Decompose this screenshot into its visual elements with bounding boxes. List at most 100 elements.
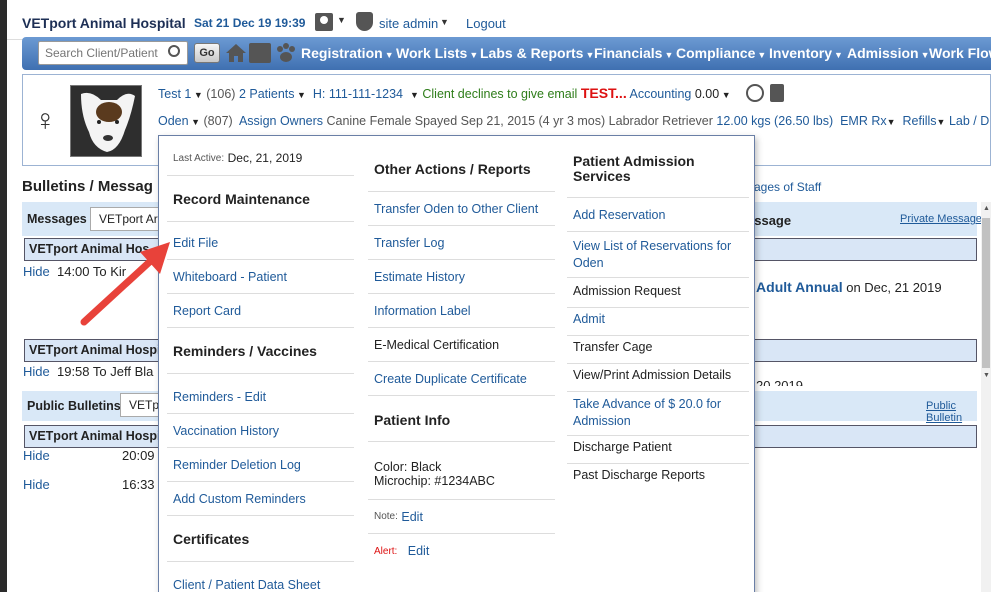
calculator-icon[interactable]	[770, 84, 784, 102]
message-text: 19:58 To Jeff Bla	[56, 364, 154, 379]
private-message-link[interactable]: Private Message	[900, 213, 982, 225]
scroll-down-icon[interactable]: ▼	[983, 372, 990, 379]
pet-name[interactable]: Oden	[158, 114, 189, 128]
menu-edit-file[interactable]: Edit File	[167, 226, 354, 260]
menu-past-discharge-reports[interactable]: Past Discharge Reports	[567, 458, 749, 492]
bulletins-heading: Bulletins / Messag	[22, 178, 153, 195]
rx-menu[interactable]: Rx	[871, 114, 886, 128]
female-icon: ♀	[34, 104, 57, 137]
menu-add-custom-reminders[interactable]: Add Custom Reminders	[167, 482, 354, 516]
menu-reminders-edit[interactable]: Reminders - Edit	[167, 380, 354, 414]
menu-information-label[interactable]: Information Label	[368, 294, 555, 328]
patients-menu[interactable]: 2 Patients	[239, 87, 295, 101]
adult-annual-date: on Dec, 21 2019	[842, 280, 942, 295]
nav-labs-reports[interactable]: Labs & Reports ▼	[480, 45, 594, 61]
note-row: Note: Edit	[368, 500, 555, 534]
bulletin-time: 20:09	[122, 448, 155, 463]
scroll-up-icon[interactable]: ▲	[983, 205, 990, 212]
assign-owners-link[interactable]: Assign Owners	[239, 114, 323, 128]
nav-work-lists[interactable]: Work Lists ▼	[396, 45, 478, 61]
note-edit-link[interactable]: Edit	[401, 510, 423, 524]
home-icon[interactable]	[225, 42, 247, 64]
menu-create-duplicate-certificate[interactable]: Create Duplicate Certificate	[368, 362, 555, 396]
menu-report-card[interactable]: Report Card	[167, 294, 354, 328]
patient-info-heading: Patient Info	[368, 398, 555, 442]
public-bulletins-label: Public Bulletins	[27, 399, 121, 413]
accounting-label[interactable]: Accounting	[630, 87, 692, 101]
nav-registration[interactable]: Registration ▼	[301, 45, 394, 61]
bulletin-time: 16:33	[122, 477, 155, 492]
menu-view-reservations[interactable]: View List of Reservations for Oden	[567, 232, 749, 278]
patient-row-2: Oden ▼ (807) Assign Owners Canine Female…	[158, 114, 990, 128]
go-button[interactable]: Go	[194, 43, 220, 63]
pet-id: (807)	[203, 114, 233, 128]
hide-link[interactable]: Hide	[23, 477, 50, 492]
client-phone[interactable]: H: 111-111-1234	[313, 87, 403, 101]
annotation-arrow-icon	[80, 242, 170, 326]
pet-dob: Sep 21, 2015 (4 yr 3 mos)	[460, 114, 606, 128]
nav-financials[interactable]: Financials ▼	[594, 45, 673, 61]
accounting-value: 0.00	[694, 87, 720, 101]
scrollbar-thumb[interactable]	[982, 218, 990, 368]
paw-icon[interactable]	[274, 41, 298, 65]
menu-vaccination-history[interactable]: Vaccination History	[167, 414, 354, 448]
certificates-heading: Certificates	[167, 517, 354, 562]
nav-work-flow[interactable]: Work Flow	[929, 45, 991, 61]
menu-reminder-deletion-log[interactable]: Reminder Deletion Log	[167, 448, 354, 482]
adult-annual-line: - Adult Annual on Dec, 21 2019	[748, 279, 942, 295]
lab-menu[interactable]: Lab / D	[949, 114, 989, 128]
menu-transfer-oden[interactable]: Transfer Oden to Other Client	[368, 192, 555, 226]
nav-inventory[interactable]: Inventory ▼	[769, 45, 843, 61]
menu-e-medical-certification[interactable]: E-Medical Certification	[368, 328, 555, 362]
menu-add-reservation[interactable]: Add Reservation	[567, 198, 749, 232]
emr-link[interactable]: EMR	[840, 114, 868, 128]
pet-photo[interactable]	[70, 85, 142, 157]
alert-label: Alert:	[374, 545, 398, 557]
reminders-vaccines-heading: Reminders / Vaccines	[167, 329, 354, 374]
hide-link[interactable]: Hide	[23, 448, 50, 463]
messages-label: Messages	[27, 212, 87, 226]
menu-transfer-log[interactable]: Transfer Log	[368, 226, 555, 260]
nav-admission[interactable]: Admission ▼	[847, 45, 930, 61]
menu-view-print-admission[interactable]: View/Print Admission Details	[567, 358, 749, 392]
nav-compliance[interactable]: Compliance ▼	[676, 45, 766, 61]
email-note: Client declines to give email	[422, 87, 578, 101]
search-icon[interactable]	[168, 45, 180, 57]
adult-annual-link[interactable]: - Adult Annual	[748, 279, 843, 295]
last-active-label: Last Active:	[173, 152, 225, 164]
pet-sex: Female Spayed	[369, 114, 458, 128]
user-icon[interactable]	[315, 13, 333, 31]
shield-icon	[356, 12, 373, 31]
caret-down-icon[interactable]: ▼	[337, 15, 346, 25]
client-id: (106)	[206, 87, 236, 101]
logout-link[interactable]: Logout	[466, 16, 506, 31]
menu-whiteboard-patient[interactable]: Whiteboard - Patient	[167, 260, 354, 294]
pet-weight[interactable]: 12.00 kgs (26.50 lbs)	[716, 114, 833, 128]
last-active-value: Dec, 21, 2019	[227, 151, 303, 165]
message-line: Hide 19:58 To Jeff Bla	[23, 364, 153, 379]
bulletin-row-title: VETport Animal Hospit	[29, 429, 165, 443]
hide-link[interactable]: Hide	[23, 264, 50, 279]
pet-breed: Labrador Retriever	[608, 114, 713, 128]
other-actions-heading: Other Actions / Reports	[368, 146, 555, 192]
patient-color: Color: Black	[374, 459, 442, 474]
test-flag[interactable]: TEST...	[581, 85, 627, 101]
note-label: Note:	[374, 511, 398, 522]
left-edge-strip	[0, 0, 7, 592]
hide-link[interactable]: Hide	[23, 364, 50, 379]
calendar-icon[interactable]	[249, 43, 271, 63]
menu-client-patient-data-sheet[interactable]: Client / Patient Data Sheet	[167, 568, 354, 592]
last-active: Last Active: Dec, 21, 2019	[167, 141, 354, 176]
refills-menu[interactable]: Refills	[903, 114, 937, 128]
patient-actions-menu: Last Active: Dec, 21, 2019 Record Mainte…	[158, 135, 755, 592]
admission-services-heading: Patient Admission Services	[567, 150, 749, 198]
search-input[interactable]	[38, 41, 188, 65]
user-role-menu[interactable]: site admin	[379, 16, 438, 31]
menu-estimate-history[interactable]: Estimate History	[368, 260, 555, 294]
caret-down-icon[interactable]: ▼	[440, 17, 449, 27]
patient-row-1: Test 1 ▼ (106) 2 Patients ▼ H: 111-111-1…	[158, 85, 731, 101]
client-name[interactable]: Test 1	[158, 87, 191, 101]
record-maintenance-heading: Record Maintenance	[167, 177, 354, 222]
message-row-title: VETport Animal Hospit	[29, 343, 165, 357]
alert-edit-link[interactable]: Edit	[408, 544, 430, 558]
